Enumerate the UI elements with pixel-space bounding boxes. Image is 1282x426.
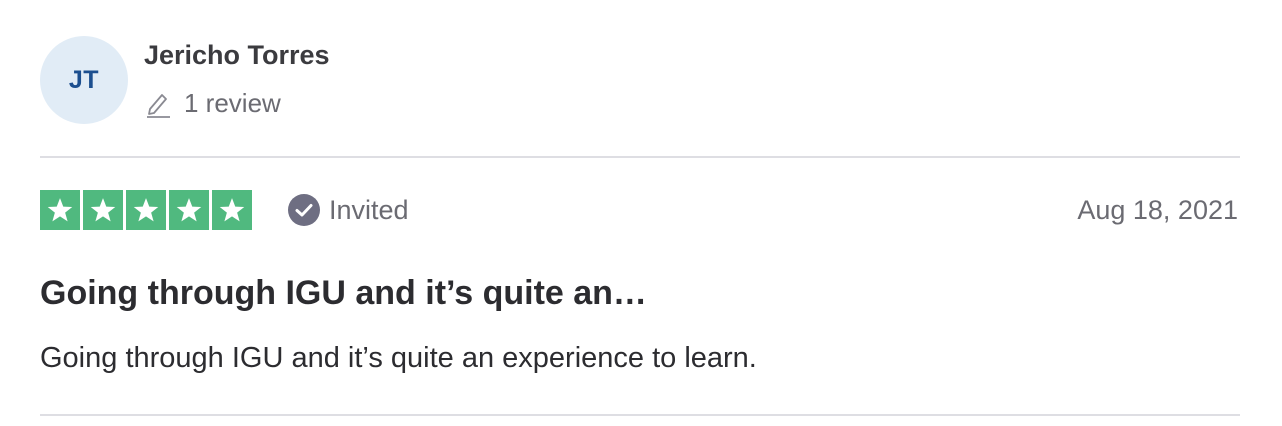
divider — [40, 156, 1240, 158]
star-icon — [212, 190, 252, 230]
review-card: JT Jericho Torres 1 review Invited Aug 1… — [40, 0, 1240, 426]
star-icon — [40, 190, 80, 230]
star-icon — [83, 190, 123, 230]
review-count-label[interactable]: 1 review — [184, 88, 281, 119]
star-icon — [169, 190, 209, 230]
star-icon — [126, 190, 166, 230]
review-count: 1 review — [144, 88, 281, 119]
divider — [40, 414, 1240, 416]
review-date: Aug 18, 2021 — [1077, 195, 1238, 225]
star-rating — [40, 190, 252, 230]
avatar[interactable]: JT — [40, 36, 128, 124]
invited-badge[interactable]: Invited — [288, 194, 409, 226]
invited-label: Invited — [329, 194, 409, 225]
pencil-icon — [144, 89, 172, 119]
review-title[interactable]: Going through IGU and it’s quite an… — [40, 274, 647, 313]
reviewer-name[interactable]: Jericho Torres — [144, 40, 330, 71]
review-body: Going through IGU and it’s quite an expe… — [40, 342, 757, 374]
check-circle-icon — [288, 194, 320, 226]
